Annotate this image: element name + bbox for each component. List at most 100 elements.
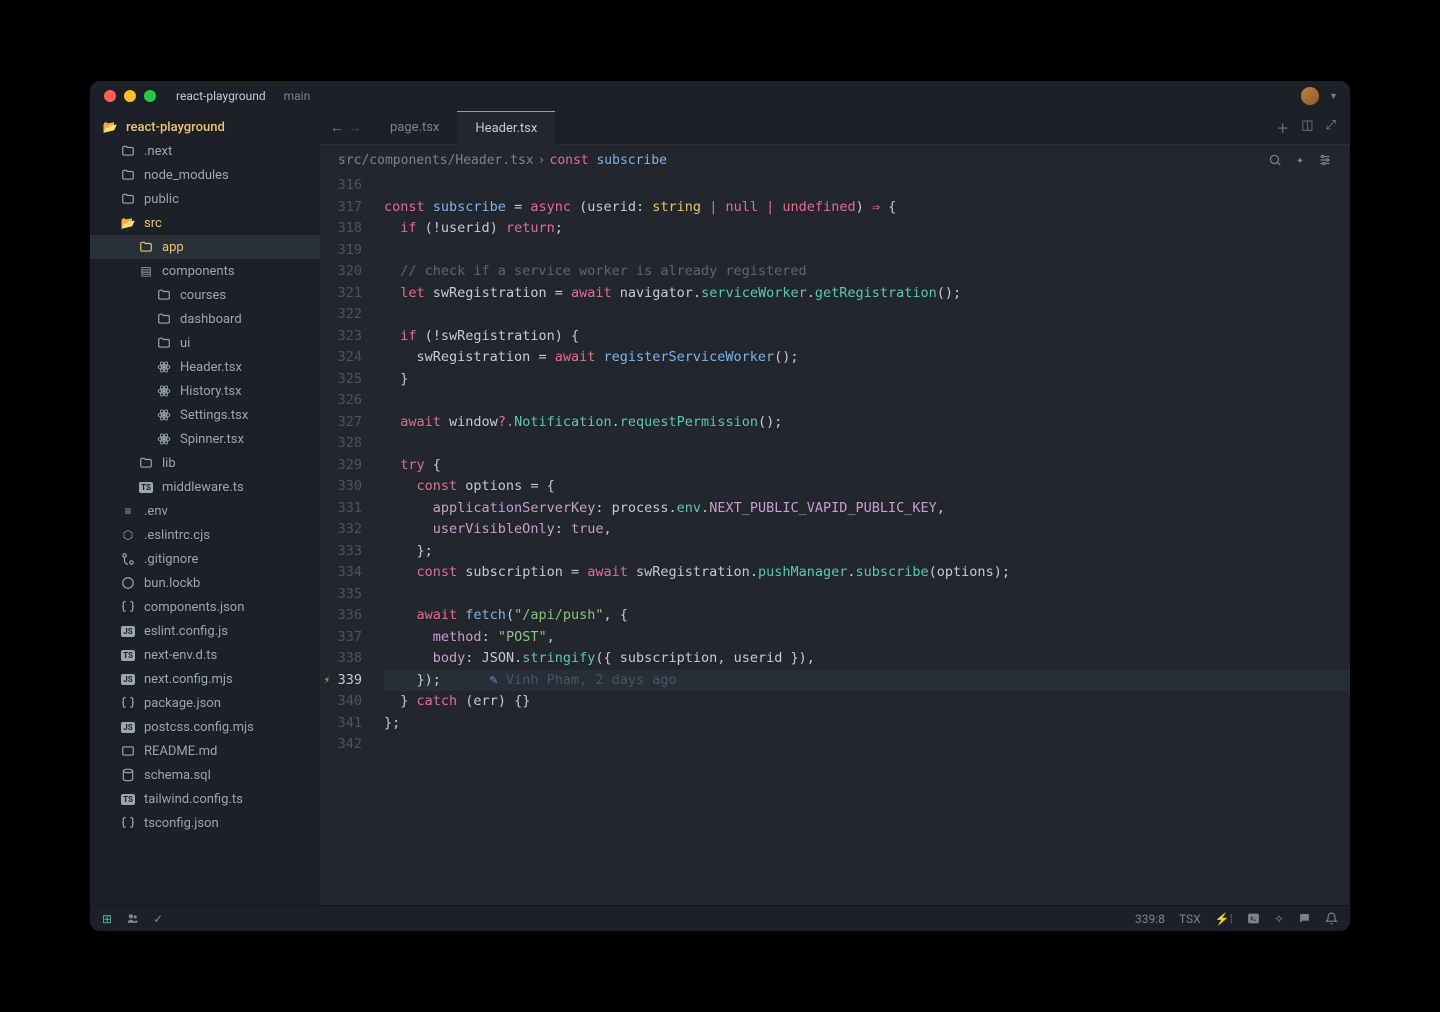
folder-icon (156, 312, 172, 326)
code-content[interactable]: const subscribe = async (userid: string … (376, 175, 1350, 905)
tree-item-label: middleware.ts (162, 480, 244, 495)
code-line[interactable]: if (!swRegistration) { (384, 326, 1350, 348)
code-line[interactable]: }; (384, 541, 1350, 563)
nav-forward-icon[interactable]: → (348, 119, 362, 136)
tree-item[interactable]: lib (90, 451, 320, 475)
code-line[interactable] (384, 304, 1350, 326)
folder-icon (156, 336, 172, 350)
tree-item[interactable]: dashboard (90, 307, 320, 331)
format-icon[interactable]: ⚡⁞ (1215, 912, 1233, 926)
project-name[interactable]: react-playground (176, 89, 266, 103)
check-icon[interactable]: ✓ (153, 912, 163, 926)
sparkle-icon[interactable]: ✦ (1296, 153, 1304, 168)
code-line[interactable]: userVisibleOnly: true, (384, 519, 1350, 541)
tree-item-label: lib (162, 456, 176, 471)
tree-item[interactable]: 📂src (90, 211, 320, 235)
tree-item[interactable]: Spinner.tsx (90, 427, 320, 451)
terminal-icon[interactable] (1247, 912, 1260, 925)
tree-item[interactable]: TStailwind.config.ts (90, 787, 320, 811)
tree-item[interactable]: package.json (90, 691, 320, 715)
search-icon[interactable] (1268, 153, 1282, 168)
project-root[interactable]: 📂 react-playground (90, 115, 320, 139)
breadcrumb[interactable]: src/components/Header.tsx › const subscr… (320, 145, 1350, 175)
tree-item[interactable]: app (90, 235, 320, 259)
code-line[interactable]: await window?.Notification.requestPermis… (384, 412, 1350, 434)
language-mode[interactable]: TSX (1179, 912, 1201, 926)
code-line[interactable] (384, 433, 1350, 455)
code-line[interactable]: } catch (err) {} (384, 691, 1350, 713)
code-line[interactable] (384, 584, 1350, 606)
people-icon[interactable] (126, 912, 139, 925)
minimize-icon[interactable] (124, 90, 136, 102)
tree-item[interactable]: bun.lockb (90, 571, 320, 595)
breadcrumb-symbol: subscribe (596, 153, 666, 168)
tree-item[interactable]: TSnext-env.d.ts (90, 643, 320, 667)
tree-item[interactable]: JSeslint.config.js (90, 619, 320, 643)
git-icon (120, 552, 136, 566)
code-line[interactable] (384, 734, 1350, 756)
tree-item[interactable]: node_modules (90, 163, 320, 187)
tree-item[interactable]: ≡.env (90, 499, 320, 523)
code-line[interactable]: applicationServerKey: process.env.NEXT_P… (384, 498, 1350, 520)
expand-icon[interactable]: ⤢ (1326, 118, 1336, 137)
tree-item-label: .eslintrc.cjs (144, 528, 210, 543)
tree-item[interactable]: History.tsx (90, 379, 320, 403)
code-editor[interactable]: 3163173183193203213223233243253263273283… (320, 175, 1350, 905)
tree-item[interactable]: README.md (90, 739, 320, 763)
code-line[interactable]: body: JSON.stringify({ subscription, use… (384, 648, 1350, 670)
branch-name[interactable]: main (284, 89, 311, 103)
tree-item[interactable]: ▤components (90, 259, 320, 283)
code-line[interactable]: }); ✎ Vinh Pham, 2 days ago (384, 670, 1350, 692)
code-line[interactable]: const subscription = await swRegistratio… (384, 562, 1350, 584)
code-line[interactable]: try { (384, 455, 1350, 477)
tree-item[interactable]: .next (90, 139, 320, 163)
settings-icon[interactable] (1318, 153, 1332, 168)
tree-item[interactable]: schema.sql (90, 763, 320, 787)
code-line[interactable]: const options = { (384, 476, 1350, 498)
code-line[interactable]: method: "POST", (384, 627, 1350, 649)
cursor-position[interactable]: 339:8 (1135, 912, 1165, 926)
code-line[interactable]: if (!userid) return; (384, 218, 1350, 240)
tree-item[interactable]: ui (90, 331, 320, 355)
tree-item[interactable]: JSnext.config.mjs (90, 667, 320, 691)
chevron-down-icon[interactable]: ▾ (1331, 91, 1336, 102)
tree-item[interactable]: Settings.tsx (90, 403, 320, 427)
code-line[interactable]: // check if a service worker is already … (384, 261, 1350, 283)
tree-item-label: tsconfig.json (144, 816, 219, 831)
maximize-icon[interactable] (144, 90, 156, 102)
code-line[interactable]: }; (384, 713, 1350, 735)
code-line[interactable] (384, 240, 1350, 262)
file-explorer[interactable]: 📂 react-playground .nextnode_modulespubl… (90, 111, 320, 905)
tree-item[interactable]: courses (90, 283, 320, 307)
tree-item[interactable]: JSpostcss.config.mjs (90, 715, 320, 739)
tree-item[interactable]: ⬡ .eslintrc.cjs (90, 523, 320, 547)
code-line[interactable]: await fetch("/api/push", { (384, 605, 1350, 627)
folder-icon (138, 456, 154, 470)
tree-item[interactable]: components.json (90, 595, 320, 619)
nav-back-icon[interactable]: ← (330, 119, 344, 136)
tree-item[interactable]: public (90, 187, 320, 211)
code-line[interactable] (384, 390, 1350, 412)
eslint-icon: ⬡ (120, 528, 136, 542)
new-tab-icon[interactable]: ＋ (1276, 118, 1289, 137)
code-line[interactable] (384, 175, 1350, 197)
copilot-icon[interactable]: ✧ (1274, 912, 1284, 926)
breadcrumb-const: const (550, 153, 589, 168)
bell-icon[interactable] (1325, 912, 1338, 925)
split-icon[interactable]: ◫ (1301, 118, 1313, 137)
tree-item[interactable]: TSmiddleware.ts (90, 475, 320, 499)
tree-item[interactable]: Header.tsx (90, 355, 320, 379)
avatar[interactable] (1301, 87, 1319, 105)
editor-tab[interactable]: Header.tsx (457, 111, 555, 145)
code-line[interactable]: swRegistration = await registerServiceWo… (384, 347, 1350, 369)
tree-item[interactable]: .gitignore (90, 547, 320, 571)
code-line[interactable]: } (384, 369, 1350, 391)
chat-icon[interactable] (1298, 912, 1311, 925)
tree-item-label: Settings.tsx (180, 408, 248, 423)
tree-item[interactable]: tsconfig.json (90, 811, 320, 835)
code-line[interactable]: const subscribe = async (userid: string … (384, 197, 1350, 219)
code-line[interactable]: let swRegistration = await navigator.ser… (384, 283, 1350, 305)
editor-tab[interactable]: page.tsx (372, 111, 457, 145)
close-icon[interactable] (104, 90, 116, 102)
panel-icon[interactable]: ⊞ (102, 912, 112, 926)
